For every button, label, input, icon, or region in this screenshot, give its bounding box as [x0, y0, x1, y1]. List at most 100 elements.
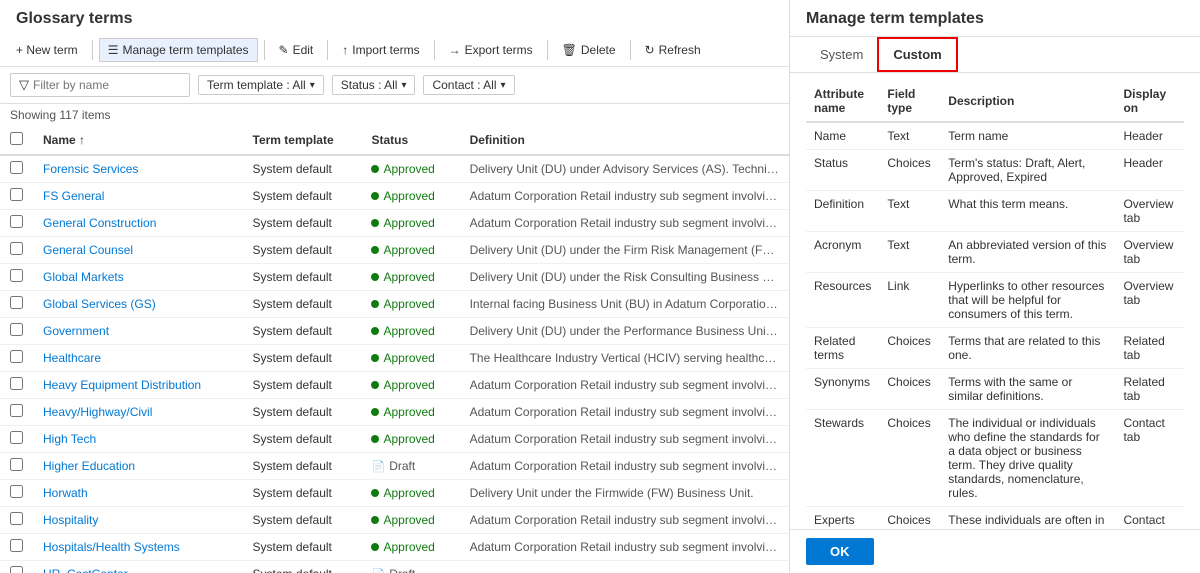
- attr-display-cell: Contact tab: [1115, 410, 1184, 507]
- attr-name-cell: Experts: [806, 507, 879, 530]
- contact-filter[interactable]: Contact : All ▾: [423, 75, 514, 95]
- attr-type-cell: Choices: [879, 410, 940, 507]
- attr-type-cell: Choices: [879, 150, 940, 191]
- delete-icon: 🗑: [562, 43, 577, 57]
- attr-name-cell: Synonyms: [806, 369, 879, 410]
- new-term-button[interactable]: + New term: [8, 39, 86, 61]
- row-checkbox[interactable]: [10, 269, 23, 282]
- select-all-checkbox[interactable]: [10, 132, 23, 145]
- term-template-cell: System default: [243, 318, 362, 345]
- attr-name-cell: Stewards: [806, 410, 879, 507]
- tab-custom[interactable]: Custom: [877, 37, 957, 72]
- term-def-cell: Delivery Unit (DU) under Advisory Servic…: [460, 155, 789, 183]
- attr-row: Definition Text What this term means. Ov…: [806, 191, 1184, 232]
- table-row: HR_CostCenter System default 📄Draft: [0, 561, 789, 573]
- term-status-cell: Approved: [361, 480, 459, 507]
- term-name-link[interactable]: Global Markets: [43, 270, 124, 284]
- attr-desc-cell: Terms that are related to this one.: [940, 328, 1115, 369]
- term-name-link[interactable]: HR_CostCenter: [43, 567, 128, 573]
- term-def-cell: Adatum Corporation Retail industry sub s…: [460, 507, 789, 534]
- table-row: Higher Education System default 📄Draft A…: [0, 453, 789, 480]
- tab-system[interactable]: System: [806, 37, 877, 72]
- row-checkbox[interactable]: [10, 431, 23, 444]
- approved-dot: [371, 408, 379, 416]
- row-checkbox[interactable]: [10, 458, 23, 471]
- term-status-cell: Approved: [361, 534, 459, 561]
- row-checkbox[interactable]: [10, 323, 23, 336]
- term-name-link[interactable]: Global Services (GS): [43, 297, 156, 311]
- row-checkbox[interactable]: [10, 512, 23, 525]
- export-button[interactable]: → Export terms: [441, 39, 541, 61]
- term-def-cell: Adatum Corporation Retail industry sub s…: [460, 372, 789, 399]
- attr-name-cell: Status: [806, 150, 879, 191]
- right-footer: OK: [790, 529, 1200, 573]
- approved-dot: [371, 327, 379, 335]
- edit-button[interactable]: ✎ Edit: [271, 39, 322, 61]
- term-name-link[interactable]: Healthcare: [43, 351, 101, 365]
- attr-name-cell: Related terms: [806, 328, 879, 369]
- col-description: Description: [940, 81, 1115, 122]
- table-row: Government System default Approved Deliv…: [0, 318, 789, 345]
- row-checkbox[interactable]: [10, 242, 23, 255]
- right-panel: Manage term templates System Custom Attr…: [790, 0, 1200, 573]
- term-name-link[interactable]: Government: [43, 324, 109, 338]
- term-template-cell: System default: [243, 453, 362, 480]
- separator-6: [630, 40, 631, 60]
- ok-button[interactable]: OK: [806, 538, 874, 565]
- term-status-cell: 📄Draft: [361, 453, 459, 480]
- delete-button[interactable]: 🗑 Delete: [554, 39, 624, 61]
- row-checkbox[interactable]: [10, 350, 23, 363]
- import-button[interactable]: ↑ Import terms: [334, 39, 427, 61]
- approved-dot: [371, 489, 379, 497]
- term-def-cell: Adatum Corporation Retail industry sub s…: [460, 183, 789, 210]
- table-row: General Counsel System default Approved …: [0, 237, 789, 264]
- term-name-link[interactable]: FS General: [43, 189, 104, 203]
- attr-name-cell: Definition: [806, 191, 879, 232]
- term-template-filter[interactable]: Term template : All ▾: [198, 75, 324, 95]
- row-checkbox[interactable]: [10, 377, 23, 390]
- approved-dot: [371, 543, 379, 551]
- term-name-link[interactable]: High Tech: [43, 432, 96, 446]
- refresh-button[interactable]: ↻ Refresh: [637, 39, 709, 61]
- attr-row: Experts Choices These individuals are of…: [806, 507, 1184, 530]
- refresh-icon: ↻: [645, 43, 655, 57]
- term-name-link[interactable]: Hospitals/Health Systems: [43, 540, 180, 554]
- term-name-link[interactable]: Heavy/Highway/Civil: [43, 405, 152, 419]
- table-row: FS General System default Approved Adatu…: [0, 183, 789, 210]
- term-name-link[interactable]: Heavy Equipment Distribution: [43, 378, 201, 392]
- attr-row: Status Choices Term's status: Draft, Ale…: [806, 150, 1184, 191]
- term-template-cell: System default: [243, 534, 362, 561]
- status-filter[interactable]: Status : All ▾: [332, 75, 416, 95]
- row-checkbox[interactable]: [10, 215, 23, 228]
- row-checkbox[interactable]: [10, 485, 23, 498]
- name-filter-input-wrapper[interactable]: ▽: [10, 73, 190, 97]
- term-name-link[interactable]: General Counsel: [43, 243, 133, 257]
- approved-dot: [371, 165, 379, 173]
- row-checkbox[interactable]: [10, 404, 23, 417]
- term-def-cell: Delivery Unit (DU) under the Performance…: [460, 318, 789, 345]
- separator-5: [547, 40, 548, 60]
- term-name-link[interactable]: Forensic Services: [43, 162, 138, 176]
- term-def-cell: Delivery Unit (DU) under the Risk Consul…: [460, 264, 789, 291]
- row-checkbox[interactable]: [10, 161, 23, 174]
- term-name-link[interactable]: General Construction: [43, 216, 156, 230]
- row-checkbox[interactable]: [10, 188, 23, 201]
- term-template-cell: System default: [243, 399, 362, 426]
- row-checkbox[interactable]: [10, 539, 23, 552]
- term-name-link[interactable]: Horwath: [43, 486, 88, 500]
- term-name-link[interactable]: Hospitality: [43, 513, 98, 527]
- attr-name-cell: Name: [806, 122, 879, 150]
- name-filter-input[interactable]: [33, 78, 181, 92]
- table-row: Heavy/Highway/Civil System default Appro…: [0, 399, 789, 426]
- manage-templates-button[interactable]: ☰ Manage term templates: [99, 38, 258, 62]
- table-row: Horwath System default Approved Delivery…: [0, 480, 789, 507]
- term-name-link[interactable]: Higher Education: [43, 459, 135, 473]
- row-checkbox[interactable]: [10, 566, 23, 573]
- attr-display-cell: Header: [1115, 122, 1184, 150]
- row-checkbox[interactable]: [10, 296, 23, 309]
- left-panel: Glossary terms + New term ☰ Manage term …: [0, 0, 790, 573]
- term-def-cell: Adatum Corporation Retail industry sub s…: [460, 399, 789, 426]
- term-status-cell: Approved: [361, 291, 459, 318]
- table-row: High Tech System default Approved Adatum…: [0, 426, 789, 453]
- term-template-cell: System default: [243, 345, 362, 372]
